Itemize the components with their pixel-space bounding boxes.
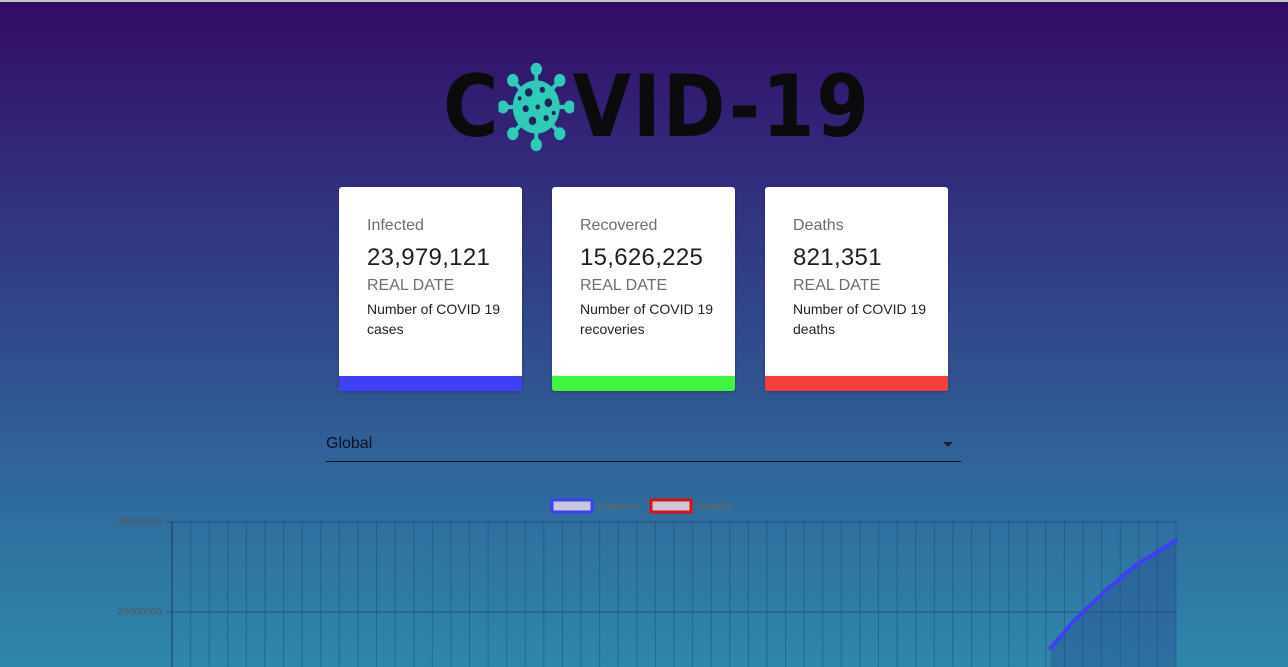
legend-label-infected[interactable]: Infected xyxy=(598,501,637,513)
card-description: Number of COVID 19 cases xyxy=(367,301,501,337)
card-title: Infected xyxy=(367,217,424,234)
chart-legend: Infected Deaths xyxy=(550,498,732,514)
country-select-value: Global xyxy=(326,435,373,452)
logo-text-c: C xyxy=(443,56,501,157)
line-chart: Infected Deaths 25000000 20000000 xyxy=(118,498,1178,667)
card-description: Number of COVID 19 deaths xyxy=(793,301,927,337)
legend-label-deaths[interactable]: Deaths xyxy=(697,501,732,513)
card-value: 15,626,225 xyxy=(580,244,704,271)
infected-area xyxy=(1050,540,1176,667)
card-description: Number of COVID 19 recoveries xyxy=(580,301,714,337)
card-title: Recovered xyxy=(580,217,658,234)
legend-swatch-deaths[interactable] xyxy=(649,498,693,514)
card-title: Deaths xyxy=(793,217,844,234)
y-tick-label: 25000000 xyxy=(118,517,163,528)
card-value: 821,351 xyxy=(793,244,882,271)
y-tick-label: 20000000 xyxy=(118,607,163,618)
card-recovered: Recovered 15,626,225 REAL DATE Number of… xyxy=(552,187,735,391)
dropdown-arrow-icon[interactable] xyxy=(943,442,953,447)
card-subtitle: REAL DATE xyxy=(367,277,455,294)
card-subtitle: REAL DATE xyxy=(793,277,881,294)
covid-19-logo: C VID-19 xyxy=(443,56,869,157)
card-infected: Infected 23,979,121 REAL DATE Number of … xyxy=(339,187,522,391)
chart-grid xyxy=(166,521,1177,667)
virus-icon xyxy=(498,62,575,152)
country-select[interactable]: Global xyxy=(326,430,961,462)
card-deaths: Deaths 821,351 REAL DATE Number of COVID… xyxy=(765,187,948,391)
card-color-bar xyxy=(339,376,522,391)
card-color-bar xyxy=(552,376,735,391)
card-subtitle: REAL DATE xyxy=(580,277,668,294)
card-color-bar xyxy=(765,376,948,391)
browser-top-border xyxy=(0,0,1288,2)
legend-swatch-infected[interactable] xyxy=(550,498,594,514)
card-value: 23,979,121 xyxy=(367,244,491,271)
chart-y-ticks: 25000000 20000000 xyxy=(118,517,163,618)
logo-text-rest: VID-19 xyxy=(572,56,871,157)
